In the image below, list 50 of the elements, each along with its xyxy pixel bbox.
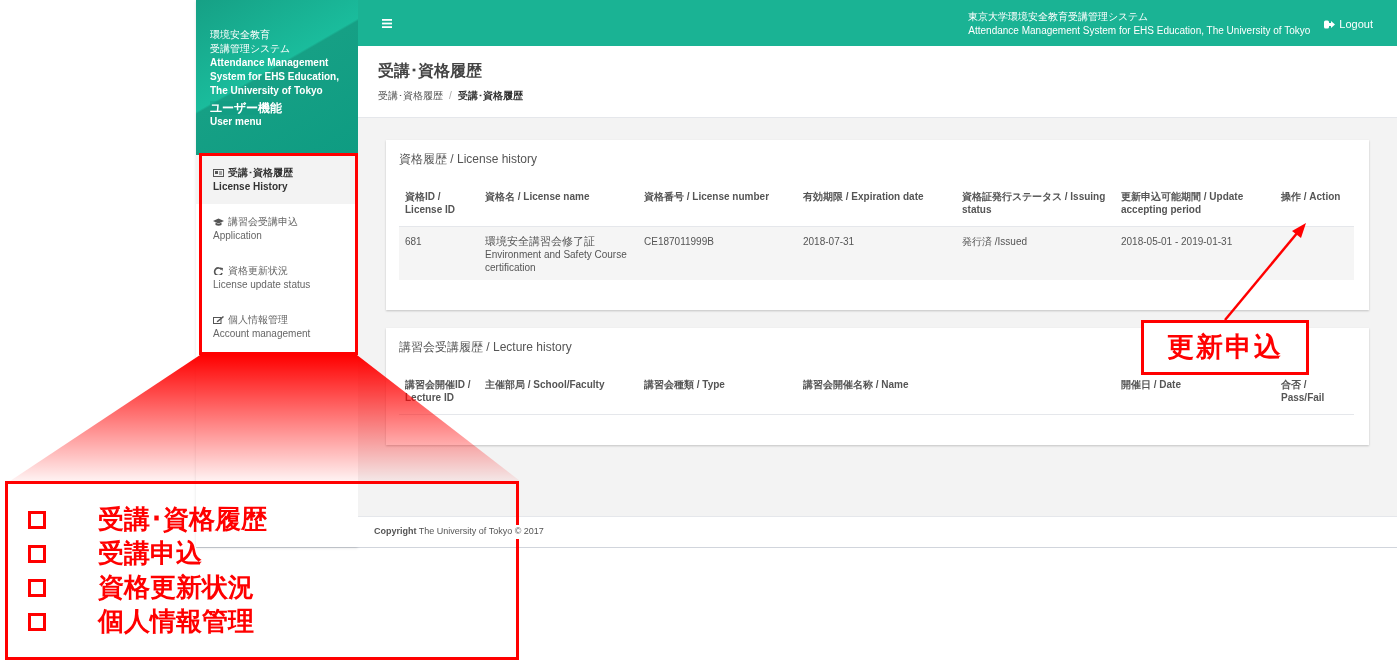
checkbox-square-icon	[28, 544, 46, 563]
callout-label: 更新申込	[1167, 331, 1283, 365]
checkbox-square-icon	[28, 612, 46, 631]
brand-text-line: 環境安全教育	[210, 28, 271, 42]
breadcrumb-current: 受講･資格履歴	[457, 89, 523, 103]
callout-item-text: 受講･資格履歴	[98, 503, 267, 536]
column-header: 講習会開催名称 / Name	[797, 378, 1115, 415]
table-cell-text: 681	[405, 235, 423, 248]
callout-item-text: 個人情報管理	[98, 605, 254, 638]
table-cell-text: 2018-05-01 - 2019-01-31	[1121, 235, 1234, 248]
panel-title: 講習会受講履歴 / Lecture history	[399, 339, 572, 356]
breadcrumb-link[interactable]: 受講･資格履歴	[378, 88, 443, 103]
brand-text-line: System for EHS Education,	[210, 70, 340, 84]
column-header: 操作 / Action	[1275, 190, 1354, 227]
column-header: 開催日 / Date	[1115, 378, 1275, 415]
system-title: 東京大学環境安全教育受講管理システム	[968, 10, 1150, 24]
checkbox-square-icon	[28, 578, 46, 597]
graduation-cap-icon	[213, 218, 224, 226]
id-card-icon	[213, 169, 224, 177]
menu-icon[interactable]	[382, 18, 392, 28]
table-cell-text: CE187011999B	[644, 235, 715, 248]
user-menu-label: ユーザー機能	[210, 101, 282, 115]
refresh-icon	[213, 267, 224, 275]
callout-item-text: 受講申込	[98, 537, 202, 570]
column-header: 合否 / Pass/Fail	[1275, 378, 1354, 415]
callout-item-text: 資格更新状況	[98, 571, 254, 604]
breadcrumb-separator: /	[449, 89, 452, 103]
checkbox-square-icon	[28, 510, 46, 529]
column-header: 講習会種類 / Type	[638, 378, 797, 415]
sign-out-icon	[1324, 19, 1336, 29]
panel-title: 資格履歴 / License history	[399, 151, 538, 168]
column-header: 有効期限 / Expiration date	[797, 190, 956, 227]
edit-icon	[213, 316, 224, 324]
table-cell-text: 環境安全講習会修了証 Environment and Safety Course certification	[485, 235, 628, 274]
user-menu-label-english: User menu	[210, 115, 263, 129]
column-header: 資格証発行ステータス / Issuing status	[956, 190, 1115, 227]
table-cell-text: 2018-07-31	[803, 235, 856, 248]
system-title-english: Attendance Management System for EHS Education, The University of Tokyo	[968, 24, 1311, 38]
copyright-text: Copyright The University of Tokyo © 2017	[374, 525, 546, 539]
column-header: 資格番号 / License number	[638, 190, 797, 227]
column-header: 更新申込可能期間 / Update accepting period	[1115, 190, 1275, 227]
brand-text-line: 受講管理システム	[210, 42, 291, 56]
table-cell-text: 発行済 /Issued	[962, 235, 1029, 248]
brand-text-line: The University of Tokyo	[210, 84, 324, 98]
column-header: 資格ID / License ID	[399, 190, 479, 227]
column-header: 資格名 / License name	[479, 190, 638, 227]
brand-text-line: Attendance Management	[210, 56, 330, 70]
page-title: 受講･資格履歴	[378, 61, 483, 81]
sidebar-item[interactable]: 受講･資格履歴 License History	[196, 155, 358, 204]
column-header: 主催部局 / School/Faculty	[479, 378, 638, 415]
